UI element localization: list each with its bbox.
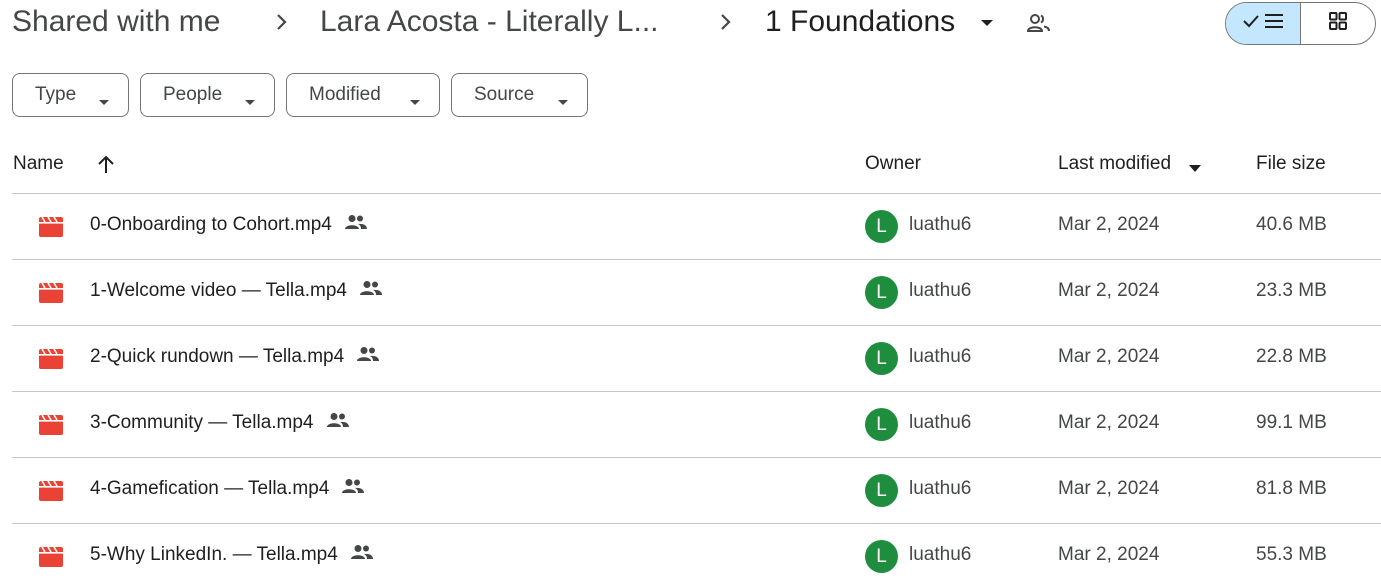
avatar[interactable]: L (865, 474, 898, 507)
checkmark-icon (1242, 12, 1260, 35)
file-row[interactable]: 1-Welcome video — Tella.mp4 L luathu6 Ma… (12, 260, 1381, 326)
grid-view-button[interactable] (1301, 3, 1375, 44)
video-file-icon (39, 348, 63, 374)
file-name[interactable]: 3-Community — Tella.mp4 (90, 412, 314, 434)
file-name[interactable]: 4-Gamefication — Tella.mp4 (90, 478, 329, 500)
last-modified-date: Mar 2, 2024 (1058, 412, 1160, 433)
caret-down-icon[interactable] (1188, 161, 1202, 179)
breadcrumb-current-folder[interactable]: 1 Foundations (765, 2, 955, 42)
column-last-modified-header[interactable]: Last modified (1058, 153, 1171, 175)
video-file-icon (39, 546, 63, 572)
filter-modified-label: Modified (309, 84, 381, 105)
chevron-right-icon (716, 10, 736, 34)
chevron-right-icon (272, 10, 292, 34)
shared-people-icon (356, 346, 380, 368)
column-name-header[interactable]: Name (13, 153, 64, 175)
filter-people-label: People (163, 84, 223, 105)
filter-source-chip[interactable]: Source (451, 73, 588, 117)
file-name[interactable]: 1-Welcome video — Tella.mp4 (90, 280, 347, 302)
breadcrumb-shared-with-me[interactable]: Shared with me (12, 2, 220, 42)
filter-modified-chip[interactable]: Modified (286, 73, 440, 117)
file-name[interactable]: 5-Why LinkedIn. — Tella.mp4 (90, 544, 338, 566)
file-size: 22.8 MB (1256, 346, 1327, 367)
filter-people-chip[interactable]: People (140, 73, 275, 117)
avatar[interactable]: L (865, 342, 898, 375)
file-row[interactable]: 5-Why LinkedIn. — Tella.mp4 L luathu6 Ma… (12, 524, 1381, 586)
breadcrumb-folder-parent[interactable]: Lara Acosta - Literally L... (320, 2, 659, 42)
file-list: 0-Onboarding to Cohort.mp4 L luathu6 Mar… (12, 194, 1381, 586)
last-modified-date: Mar 2, 2024 (1058, 346, 1160, 367)
last-modified-date: Mar 2, 2024 (1058, 280, 1160, 301)
shared-people-icon (350, 544, 374, 566)
file-name[interactable]: 2-Quick rundown — Tella.mp4 (90, 346, 344, 368)
filter-source-label: Source (474, 84, 535, 105)
owner-name: luathu6 (909, 478, 972, 499)
file-size: 40.6 MB (1256, 214, 1327, 235)
avatar[interactable]: L (865, 540, 898, 573)
view-toggle (1225, 2, 1376, 45)
owner-name: luathu6 (909, 346, 972, 367)
file-row[interactable]: 2-Quick rundown — Tella.mp4 L luathu6 Ma… (12, 326, 1381, 392)
column-file-size-header: File size (1256, 153, 1326, 174)
grid-icon (1328, 11, 1348, 36)
video-file-icon (39, 216, 63, 242)
file-size: 81.8 MB (1256, 478, 1327, 499)
filter-type-chip[interactable]: Type (12, 73, 129, 117)
last-modified-date: Mar 2, 2024 (1058, 214, 1160, 235)
last-modified-date: Mar 2, 2024 (1058, 544, 1160, 565)
shared-people-icon (326, 412, 350, 434)
owner-name: luathu6 (909, 280, 972, 301)
caret-down-icon (98, 91, 110, 113)
file-size: 23.3 MB (1256, 280, 1327, 301)
owner-name: luathu6 (909, 544, 972, 565)
owner-name: luathu6 (909, 214, 972, 235)
last-modified-date: Mar 2, 2024 (1058, 478, 1160, 499)
avatar[interactable]: L (865, 408, 898, 441)
shared-folder-icon[interactable] (1026, 11, 1052, 40)
video-file-icon (39, 414, 63, 440)
file-list-header: Name Owner Last modified File size (12, 140, 1381, 194)
caret-down-icon (244, 91, 256, 113)
video-file-icon (39, 480, 63, 506)
file-name[interactable]: 0-Onboarding to Cohort.mp4 (90, 214, 332, 236)
breadcrumb: Shared with me Lara Acosta - Literally L… (0, 0, 1381, 48)
filter-type-label: Type (35, 84, 77, 105)
shared-people-icon (359, 280, 383, 302)
shared-people-icon (344, 214, 368, 236)
arrow-up-icon[interactable] (96, 154, 116, 181)
avatar[interactable]: L (865, 276, 898, 309)
list-view-button[interactable] (1226, 3, 1301, 44)
column-owner-header: Owner (865, 153, 921, 174)
list-icon (1264, 12, 1284, 35)
shared-people-icon (341, 478, 365, 500)
file-row[interactable]: 3-Community — Tella.mp4 L luathu6 Mar 2,… (12, 392, 1381, 458)
caret-down-icon (557, 91, 569, 113)
file-row[interactable]: 4-Gamefication — Tella.mp4 L luathu6 Mar… (12, 458, 1381, 524)
caret-down-icon (409, 91, 421, 113)
avatar[interactable]: L (865, 210, 898, 243)
file-row[interactable]: 0-Onboarding to Cohort.mp4 L luathu6 Mar… (12, 194, 1381, 260)
video-file-icon (39, 282, 63, 308)
file-size: 99.1 MB (1256, 412, 1327, 433)
caret-down-icon[interactable] (978, 14, 996, 37)
owner-name: luathu6 (909, 412, 972, 433)
file-size: 55.3 MB (1256, 544, 1327, 565)
